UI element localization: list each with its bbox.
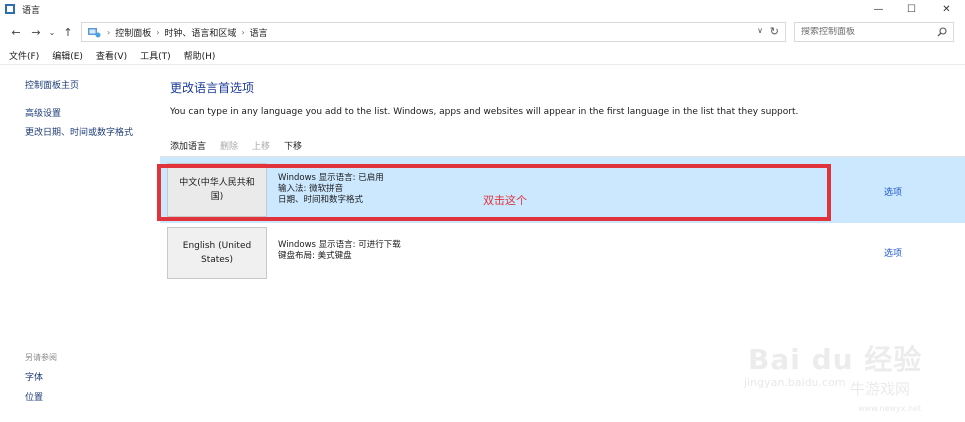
language-app-icon [4,3,16,15]
sidebar-control-panel-home[interactable]: 控制面板主页 [25,78,79,91]
breadcrumb-separator-icon: › [107,27,111,37]
language-detail-line: Windows 显示语言: 可进行下载 [278,240,401,250]
watermark-brand: Bai du 经验 [748,343,923,376]
forward-arrow-icon[interactable]: → [26,22,46,42]
window-title: 语言 [22,5,41,16]
language-toolbar: 添加语言 删除 上移 下移 [170,138,316,152]
move-down-button[interactable]: 下移 [284,139,302,152]
breadcrumb-separator-icon: › [156,27,160,37]
language-tile[interactable]: English (United States) [167,227,267,279]
watermark: Bai du 经验 jingyan.baidu.com 牛游戏网 www.new… [740,320,960,415]
control-panel-icon [86,25,102,39]
page-title: 更改语言首选项 [170,81,255,95]
watermark-site: 牛游戏网 [850,380,911,398]
title-bar: 语言 — ☐ ✕ [0,0,965,18]
maximize-icon[interactable]: ☐ [895,0,928,18]
refresh-icon[interactable]: ↻ [770,25,779,38]
menu-bar: 文件(F) 编辑(E) 查看(V) 工具(T) 帮助(H) [0,47,965,65]
watermark-site-url: www.newyx.net [858,404,922,413]
language-row-english[interactable]: English (United States) Windows 显示语言: 可进… [160,223,965,283]
watermark-url: jingyan.baidu.com [744,376,846,389]
menu-edit[interactable]: 编辑(E) [52,49,83,62]
back-arrow-icon[interactable]: ← [6,22,26,42]
see-also-heading: 另请参阅 [25,353,57,362]
sidebar-fonts[interactable]: 字体 [25,370,43,383]
search-box[interactable] [794,22,954,42]
menu-tools[interactable]: 工具(T) [140,49,171,62]
language-details: Windows 显示语言: 可进行下载 键盘布局: 美式键盘 [278,240,401,262]
recent-locations-chevron-icon[interactable]: ⌄ [46,22,58,42]
move-up-button[interactable]: 上移 [252,139,270,152]
language-options-link[interactable]: 选项 [884,246,902,259]
breadcrumb-control-panel[interactable]: 控制面板 [115,26,151,39]
menu-view[interactable]: 查看(V) [96,49,127,62]
search-input[interactable] [801,27,937,37]
address-bar: ← → ⌄ ↑ › 控制面板 › 时钟、语言和区域 › 语言 ∨ ↻ [0,20,965,44]
address-field[interactable]: › 控制面板 › 时钟、语言和区域 › 语言 ∨ ↻ [81,22,786,42]
page-description: You can type in any language you add to … [170,107,799,117]
sidebar-change-date-time-format[interactable]: 更改日期、时间或数字格式 [25,125,133,138]
breadcrumb-language[interactable]: 语言 [250,26,268,39]
sidebar: 控制面板主页 高级设置 更改日期、时间或数字格式 另请参阅 字体 位置 [0,66,160,422]
close-icon[interactable]: ✕ [928,0,965,18]
menu-file[interactable]: 文件(F) [9,49,39,62]
up-arrow-icon[interactable]: ↑ [58,22,78,42]
search-icon[interactable] [937,27,947,37]
address-dropdown-chevron-icon[interactable]: ∨ [757,26,763,35]
language-options-link[interactable]: 选项 [884,185,902,198]
breadcrumb-clock-language-region[interactable]: 时钟、语言和区域 [164,26,236,39]
sidebar-advanced-settings[interactable]: 高级设置 [25,106,61,119]
add-language-button[interactable]: 添加语言 [170,139,206,152]
sidebar-location[interactable]: 位置 [25,390,43,403]
minimize-icon[interactable]: — [862,0,895,18]
breadcrumb-separator-icon: › [241,27,245,37]
annotation-text: 双击这个 [483,194,527,207]
language-detail-line: 键盘布局: 美式键盘 [278,251,352,261]
menu-help[interactable]: 帮助(H) [184,49,216,62]
remove-language-button[interactable]: 删除 [220,139,238,152]
